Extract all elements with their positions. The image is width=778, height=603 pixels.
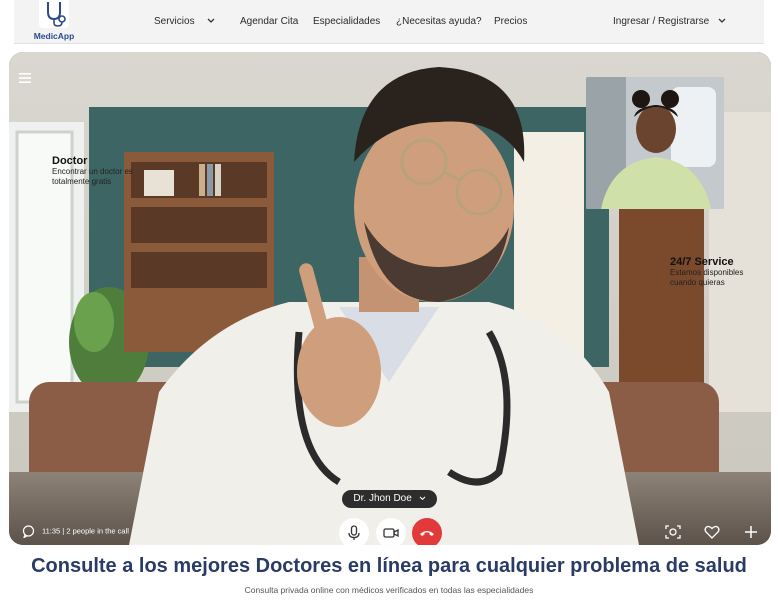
doctor-tag-text: Encontrar un doctor es totalmente gratis (52, 167, 133, 186)
chevron-down-icon (207, 18, 215, 24)
doctor-info-tag: Doctor Encontrar un doctor es totalmente… (52, 155, 162, 187)
microphone-icon (348, 525, 360, 540)
video-camera-icon (383, 528, 399, 538)
camera-toggle-button[interactable] (376, 518, 406, 545)
doctor-name: Dr. Jhon Doe (353, 493, 412, 504)
nav-item-label: Agendar Cita (240, 16, 299, 27)
nav-item-necesitas-ayuda[interactable]: ¿Necesitas ayuda? (396, 16, 482, 27)
service-tag-title: 24/7 Service (670, 256, 734, 268)
nav-item-especialidades[interactable]: Especialidades (313, 16, 380, 27)
chevron-down-icon (718, 18, 726, 24)
service-tag-text: Estamos disponibles cuando quieras (670, 268, 744, 287)
stethoscope-logo-icon (47, 2, 66, 27)
mute-button[interactable] (339, 518, 369, 545)
doctor-tag-title: Doctor (52, 155, 88, 167)
end-call-button[interactable] (412, 518, 442, 545)
hero-subheadline: Consulta privada online con médicos veri… (244, 585, 534, 595)
top-navigation: MedicApp Servicios Agendar Cita Especial… (14, 0, 764, 44)
doctor-name-pill[interactable]: Dr. Jhon Doe (342, 490, 437, 508)
hamburger-menu-icon[interactable] (18, 71, 32, 85)
brand-logo[interactable]: MedicApp (34, 0, 74, 44)
nav-item-label: Especialidades (313, 16, 381, 27)
account-menu[interactable]: Ingresar / Registrarse (613, 16, 726, 27)
page: MedicApp Servicios Agendar Cita Especial… (0, 0, 778, 603)
camera-capture-icon[interactable] (665, 524, 681, 540)
patient-video-image (586, 77, 724, 209)
nav-item-servicios[interactable]: Servicios (154, 16, 215, 27)
chevron-down-icon (419, 496, 425, 500)
nav-item-label: ¿Necesitas ayuda? (396, 16, 482, 27)
plus-icon[interactable] (743, 524, 759, 540)
heart-icon[interactable] (704, 524, 720, 540)
hero-headline: Consulte a los mejores Doctores en línea… (31, 555, 747, 577)
phone-hangup-icon (420, 531, 434, 536)
account-label: Ingresar / Registrarse (613, 16, 710, 27)
call-status-text: 11:35 | 2 people in the call (42, 526, 129, 536)
nav-item-label: Precios (494, 16, 528, 27)
nav-item-precios[interactable]: Precios (494, 16, 527, 27)
brand-name: MedicApp (33, 31, 75, 41)
logo-background (39, 0, 69, 28)
chat-bubble-icon[interactable] (22, 525, 35, 538)
call-status: 11:35 | 2 people in the call (22, 525, 129, 538)
nav-item-agendar-cita[interactable]: Agendar Cita (240, 16, 298, 27)
nav-item-label: Servicios (154, 16, 195, 27)
patient-video-thumbnail[interactable] (586, 77, 724, 209)
service-info-tag: 24/7 Service Estamos disponibles cuando … (670, 256, 762, 288)
video-call-hero: Doctor Encontrar un doctor es totalmente… (9, 52, 771, 545)
